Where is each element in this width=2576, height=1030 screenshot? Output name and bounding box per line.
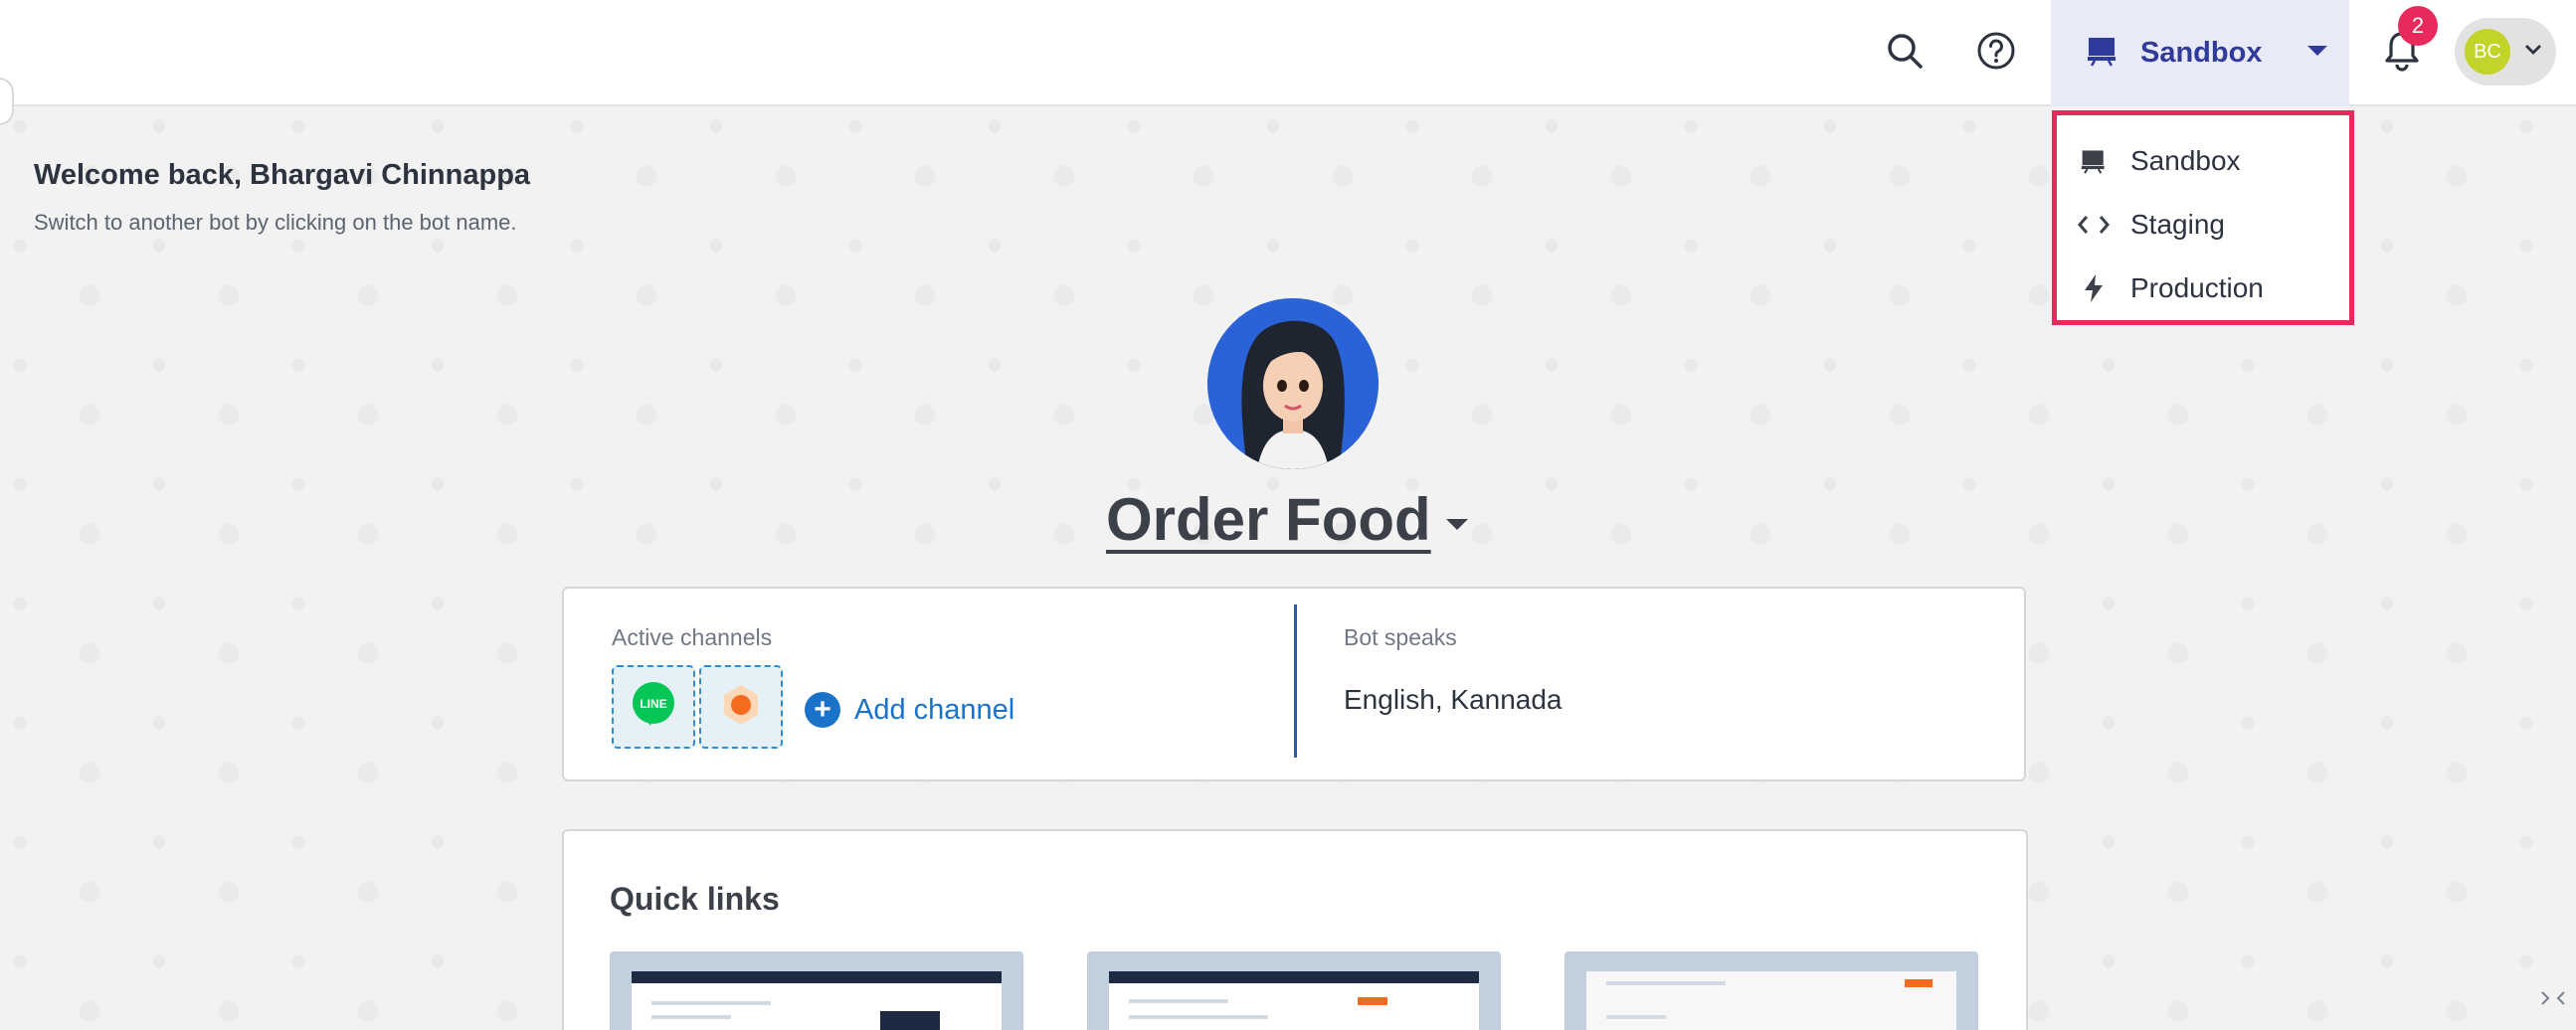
svg-text:LINE: LINE — [640, 697, 666, 711]
quick-link-thumbnail[interactable] — [610, 951, 1023, 1030]
bolt-icon — [2077, 273, 2111, 303]
chevron-down-icon — [2524, 43, 2542, 61]
expand-icon[interactable] — [2538, 982, 2568, 1017]
channel-web[interactable] — [699, 665, 783, 749]
code-icon — [2077, 214, 2111, 236]
caret-down-icon — [2305, 44, 2329, 63]
search-button[interactable] — [1874, 22, 1935, 84]
caret-down-icon[interactable] — [1444, 517, 1470, 538]
quick-link-thumbnail[interactable] — [1087, 951, 1501, 1030]
env-option-sandbox[interactable]: Sandbox — [2057, 129, 2349, 193]
card-divider — [1294, 604, 1297, 758]
help-icon — [1976, 31, 2016, 76]
monitor-icon — [2077, 148, 2111, 174]
line-app-icon: LINE — [629, 680, 678, 735]
quick-links-card: Quick links — [562, 829, 2028, 1030]
bot-name-selector[interactable]: Order Food — [1106, 485, 1431, 554]
hexagon-icon — [718, 682, 764, 733]
quick-links-title: Quick links — [610, 881, 780, 917]
user-menu[interactable]: BC — [2455, 18, 2556, 86]
help-button[interactable] — [1965, 22, 2027, 84]
search-icon — [1885, 31, 1925, 76]
bot-languages: English, Kannada — [1344, 684, 1563, 715]
add-channel-button[interactable]: + Add channel — [805, 692, 1014, 728]
env-option-staging[interactable]: Staging — [2057, 193, 2349, 257]
welcome-heading: Welcome back, Bhargavi Chinnappa — [34, 159, 531, 191]
avatar: BC — [2465, 29, 2510, 75]
bot-speaks-label: Bot speaks — [1344, 624, 1457, 650]
env-option-label: Staging — [2130, 209, 2225, 240]
monitor-icon — [2087, 35, 2118, 72]
top-bar: Sandbox 2 BC — [0, 0, 2576, 125]
active-channels-label: Active channels — [612, 624, 773, 650]
environment-dropdown-menu: Sandbox Staging Production — [2052, 110, 2354, 325]
env-option-label: Production — [2130, 272, 2264, 303]
add-channel-label: Add channel — [854, 693, 1015, 726]
environment-label: Sandbox — [2140, 37, 2263, 69]
welcome-subtitle: Switch to another bot by clicking on the… — [34, 210, 517, 235]
bot-avatar — [1207, 298, 1379, 469]
environment-switcher[interactable]: Sandbox — [2051, 0, 2349, 106]
notification-count-badge: 2 — [2398, 6, 2438, 46]
env-option-label: Sandbox — [2130, 145, 2241, 176]
quick-link-thumbnail[interactable] — [1564, 951, 1978, 1030]
channel-line[interactable]: LINE — [612, 665, 695, 749]
plus-icon: + — [805, 692, 840, 728]
channels-card: Active channels LINE + Add channel Bot s… — [562, 587, 2026, 781]
env-option-production[interactable]: Production — [2057, 257, 2349, 320]
